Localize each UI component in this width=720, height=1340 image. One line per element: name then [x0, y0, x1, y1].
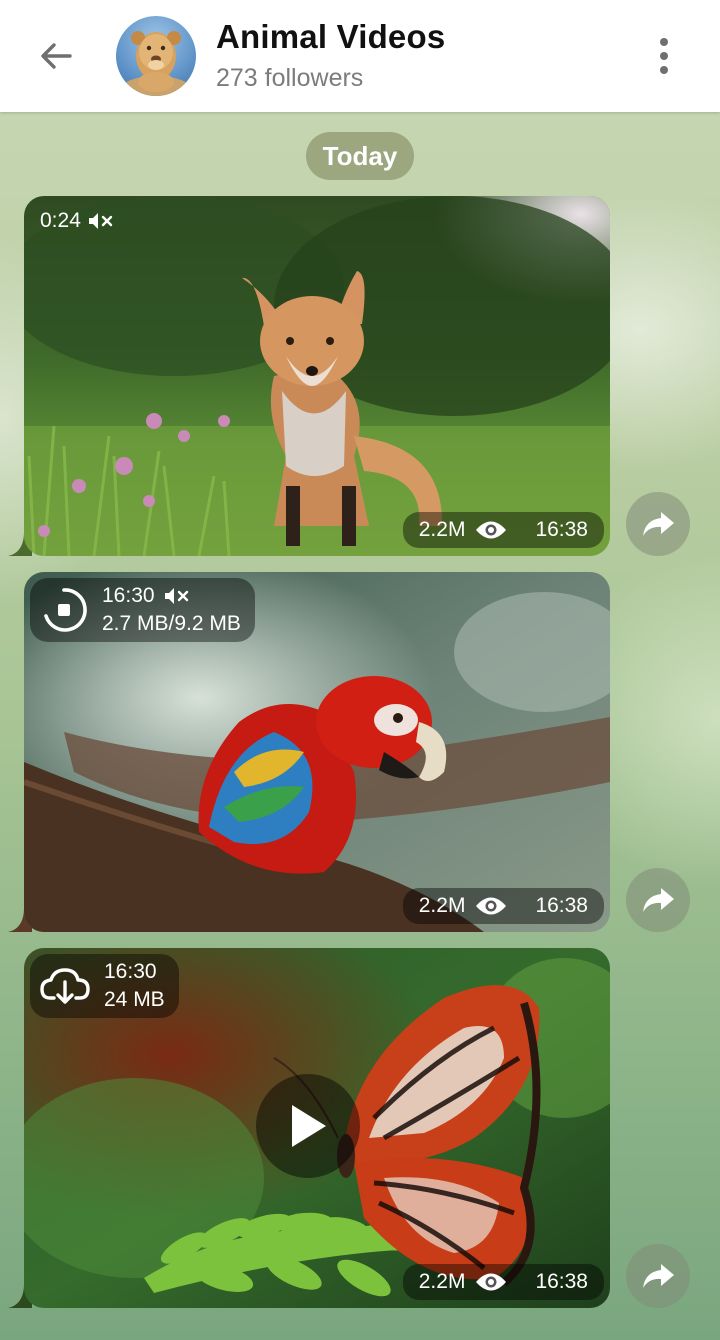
eye-icon — [476, 521, 507, 539]
channel-avatar[interactable] — [116, 16, 196, 96]
stop-download-icon[interactable] — [40, 586, 88, 634]
message-time: 16:38 — [535, 518, 588, 541]
views-count: 2.2M — [418, 894, 466, 917]
cloud-download-icon[interactable] — [40, 966, 90, 1006]
back-arrow-icon — [41, 43, 72, 69]
views-count: 2.2M — [418, 1270, 466, 1293]
video-message[interactable]: 0:24 2.2M 16:38 — [24, 196, 610, 556]
download-info: 16:30 2.7 MB/9.2 MB — [30, 578, 255, 642]
lion-cub-icon — [120, 31, 192, 96]
date-separator: Today — [306, 132, 414, 180]
play-button[interactable] — [256, 1074, 360, 1178]
video-duration: 16:30 — [104, 960, 157, 983]
file-size: 24 MB — [104, 988, 165, 1011]
fox-video-thumbnail — [24, 196, 610, 556]
video-duration: 16:30 — [102, 584, 155, 607]
muted-speaker-icon — [164, 588, 188, 604]
muted-speaker-icon — [88, 213, 113, 229]
message-stats: 2.2M 16:38 — [402, 1264, 604, 1300]
share-arrow-icon — [643, 888, 674, 912]
video-message[interactable]: 16:30 24 MB 2.2M 16:38 — [24, 948, 610, 1308]
share-button[interactable] — [626, 492, 690, 556]
chat-header: Animal Videos 273 followers — [0, 0, 720, 112]
more-options-button[interactable] — [640, 30, 688, 82]
channel-title[interactable]: Animal Videos — [216, 18, 445, 56]
views-count: 2.2M — [418, 518, 466, 541]
more-vertical-icon — [660, 38, 668, 74]
video-duration: 0:24 — [40, 209, 81, 232]
share-arrow-icon — [643, 1264, 674, 1288]
download-info: 16:30 24 MB — [30, 954, 179, 1018]
share-button[interactable] — [626, 868, 690, 932]
download-progress: 2.7 MB/9.2 MB — [102, 612, 241, 635]
video-info: 0:24 — [34, 204, 121, 238]
followers-count: 273 followers — [216, 64, 364, 92]
eye-icon — [476, 1273, 507, 1291]
share-arrow-icon — [643, 512, 674, 536]
play-icon — [292, 1105, 326, 1147]
share-button[interactable] — [626, 1244, 690, 1308]
video-message[interactable]: 16:30 2.7 MB/9.2 MB 2.2M 16:38 — [24, 572, 610, 932]
message-stats: 2.2M 16:38 — [402, 888, 604, 924]
message-time: 16:38 — [535, 1270, 588, 1293]
message-time: 16:38 — [535, 894, 588, 917]
eye-icon — [476, 897, 507, 915]
back-button[interactable] — [30, 30, 82, 82]
message-stats: 2.2M 16:38 — [402, 512, 604, 548]
